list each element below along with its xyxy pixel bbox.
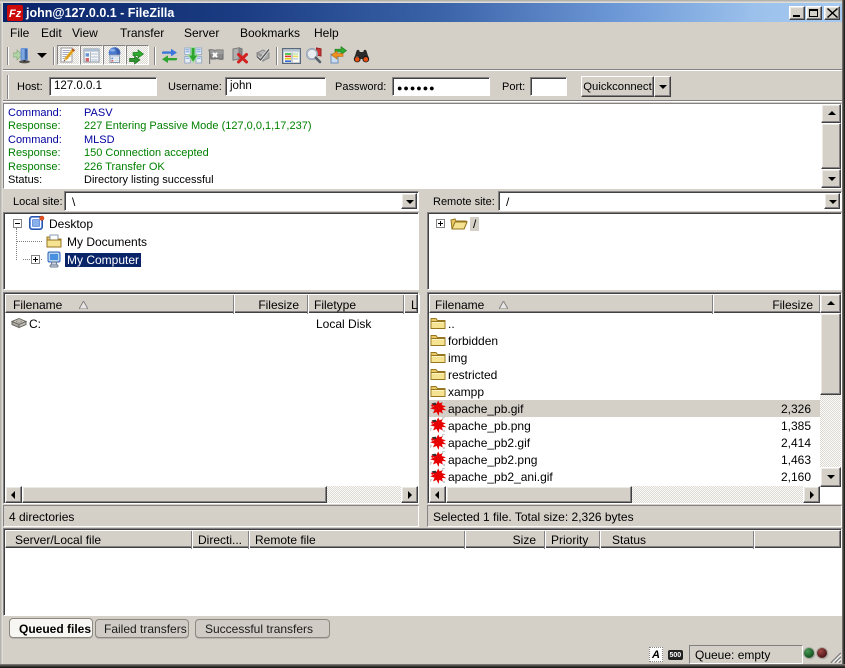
svg-text:Fz: Fz (9, 8, 22, 20)
